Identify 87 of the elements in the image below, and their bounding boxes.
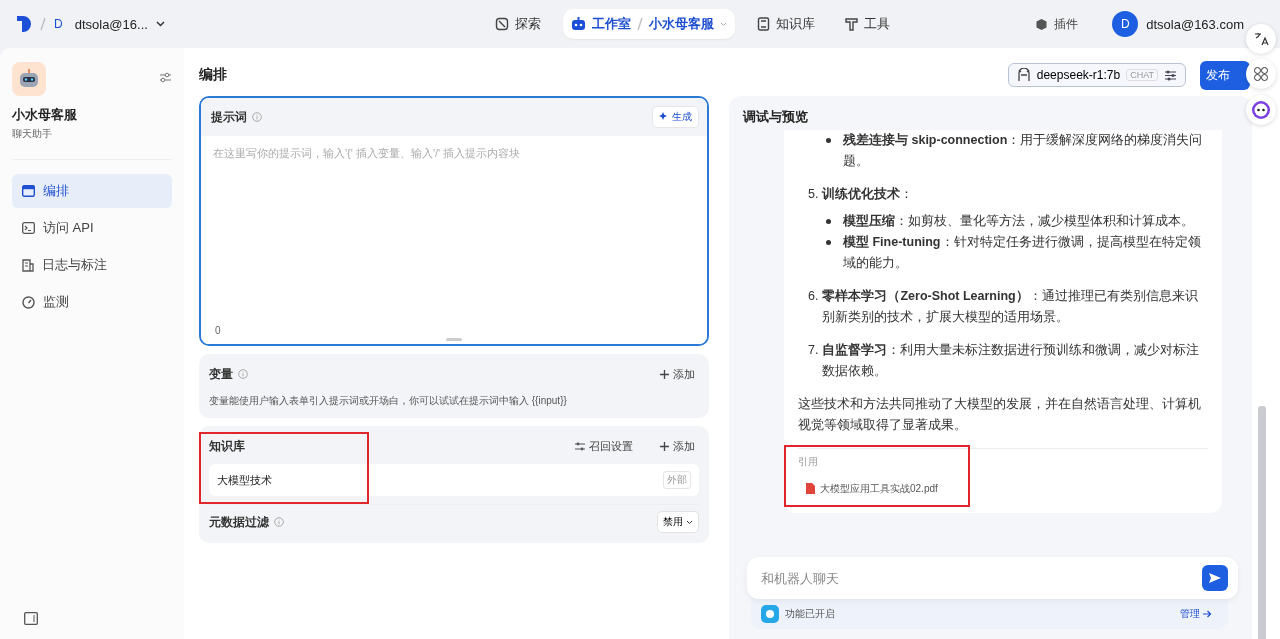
filter-dropdown[interactable]: 禁用	[657, 511, 699, 533]
terminal-icon	[22, 222, 35, 234]
translate-icon[interactable]	[1246, 24, 1276, 54]
chat-bubble-icon	[761, 605, 779, 623]
pdf-file-icon	[806, 483, 815, 494]
logo-icon	[16, 15, 32, 33]
send-icon	[1208, 571, 1222, 585]
list-number: 7.	[808, 342, 819, 359]
robot-avatar-icon	[12, 62, 46, 96]
knowledge-item[interactable]: 大模型技术 外部	[209, 464, 699, 496]
section-title: 知识库	[209, 437, 245, 455]
robot-icon	[570, 17, 586, 31]
bullet-icon	[826, 138, 831, 143]
sidebar-item[interactable]: 监测	[12, 285, 172, 319]
compass-icon	[494, 17, 509, 31]
citation-file[interactable]: 大模型应用工具实战02.pdf	[806, 478, 1208, 499]
send-button[interactable]	[1202, 565, 1228, 591]
sliders-icon	[575, 441, 585, 451]
workspace-initial: D	[54, 17, 63, 31]
scrollbar[interactable]	[1258, 406, 1266, 639]
chevron-down-icon	[719, 21, 727, 27]
divider-icon	[40, 17, 46, 31]
app-name: 小水母客服	[12, 106, 78, 124]
sidebar-toggle-icon[interactable]	[24, 612, 38, 625]
list-text: 模型压缩：如剪枝、量化等方法，减少模型体积和计算成本。	[843, 213, 1194, 230]
user-avatar[interactable]: D	[1112, 11, 1139, 37]
list-number: 5.	[808, 186, 819, 203]
window-icon	[22, 185, 35, 197]
list-text: 零样本学习（Zero-Shot Learning）：通过推理已有类别信息来识别新类别的技术，扩展大模型的适用场景。	[822, 288, 1199, 326]
section-title: 元数据过滤	[209, 513, 269, 531]
sidebar-item[interactable]: 日志与标注	[12, 248, 172, 282]
gauge-icon	[22, 295, 35, 309]
page-title: 编排	[199, 66, 228, 84]
publish-button[interactable]: 发布	[1200, 60, 1250, 90]
info-icon	[274, 517, 284, 527]
plus-icon	[660, 369, 669, 379]
sliders-icon[interactable]	[1164, 69, 1177, 81]
external-tag: 外部	[663, 471, 691, 489]
divider-icon	[636, 17, 643, 31]
citation-label: 引用	[798, 455, 819, 469]
nav-tab[interactable]: 探索	[486, 9, 549, 39]
generate-button[interactable]: 生成	[652, 106, 699, 128]
nav-tab[interactable]: 知识库	[748, 9, 823, 39]
workspace-name[interactable]: dtsola@16...	[74, 16, 148, 32]
chevron-down-icon[interactable]	[155, 21, 165, 27]
manage-link[interactable]: 管理	[1174, 606, 1218, 622]
add-button[interactable]: 添加	[656, 366, 699, 382]
info-icon	[238, 369, 248, 379]
model-selector[interactable]: deepseek-r1:7b CHAT	[1007, 63, 1186, 87]
bullet-icon	[826, 219, 831, 224]
list-text: 训练优化技术：	[822, 186, 914, 203]
bullet-icon	[826, 240, 831, 245]
sparkle-icon	[659, 112, 669, 122]
user-email[interactable]: dtsola@163.com	[1146, 16, 1244, 32]
message-field[interactable]: 和机器人聊天	[759, 565, 1202, 591]
list-text: 自监督学习：利用大量未标注数据进行预训练和微调，减少对标注数据依赖。	[822, 342, 1201, 380]
sidebar-item[interactable]: 访问 API	[12, 211, 172, 245]
sidebar-item[interactable]: 编排	[12, 174, 172, 208]
recall-settings-button[interactable]: 召回设置	[571, 438, 637, 454]
section-title: 变量	[209, 365, 233, 383]
hammer-icon	[844, 17, 858, 31]
book-icon	[756, 17, 770, 31]
feature-status: 功能已开启	[785, 607, 835, 621]
panel-title: 调试与预览	[741, 108, 809, 126]
document-icon	[22, 258, 34, 272]
character-count: 0	[215, 325, 221, 336]
app-type: 聊天助手	[12, 127, 53, 141]
resize-handle[interactable]	[446, 338, 462, 341]
cube-icon	[1035, 17, 1049, 31]
hint-text: 变量能使用户输入表单引入提示词或开场白，你可以试试在提示词中输入 {{input}}	[209, 394, 568, 408]
prompt-editor[interactable]: 提示词 生成 在这里写你的提示词，输入'{' 插入变量、输入'/' 插入提示内容块 0	[199, 96, 709, 346]
list-text: 模型 Fine-tuning：针对特定任务进行微调，提高模型在特定领域的能力。	[843, 234, 1202, 272]
message-text: 这些技术和方法共同推动了大模型的发展，并在自然语言处理、计算机视觉等领域取得了显著成果。	[798, 396, 1202, 434]
add-button[interactable]: 添加	[656, 438, 699, 454]
section-title: 提示词	[211, 108, 247, 126]
list-text: 残差连接与 skip-connection：用于缓解深度网络的梯度消失问题。	[843, 132, 1204, 170]
model-icon	[1016, 68, 1031, 82]
arrow-right-icon	[1203, 610, 1212, 618]
plugins-button[interactable]: 插件	[1029, 14, 1085, 34]
chevron-down-icon	[686, 519, 693, 525]
plus-icon	[660, 441, 669, 451]
nav-tab[interactable]: 工作室 小水母客服	[562, 9, 735, 39]
nav-tab[interactable]: 工具	[836, 9, 898, 39]
chat-input[interactable]: 和机器人聊天	[747, 557, 1238, 599]
info-icon	[252, 112, 262, 122]
list-number: 6.	[808, 288, 819, 305]
settings-icon[interactable]	[159, 72, 172, 83]
